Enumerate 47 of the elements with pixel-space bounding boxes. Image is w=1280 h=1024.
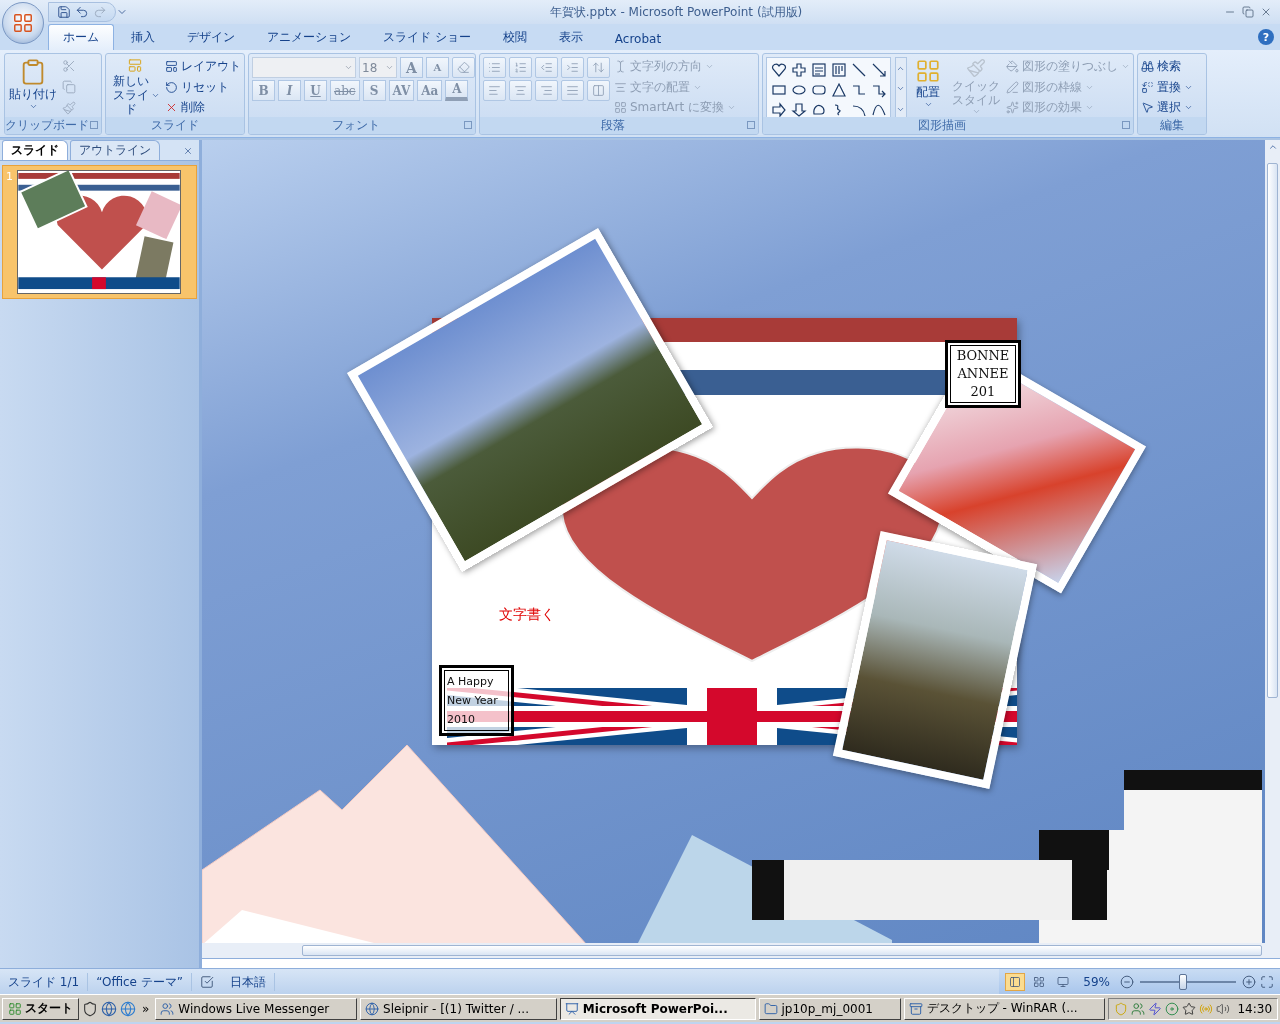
find-button[interactable]: 検索 xyxy=(1141,57,1193,76)
paste-button[interactable]: 貼り付け xyxy=(8,57,58,117)
title-text: BONNE xyxy=(955,347,1011,365)
zoom-level: 59% xyxy=(1082,974,1111,989)
group-label: スライド xyxy=(106,117,244,134)
new-slide-button[interactable]: 新しいスライド xyxy=(109,57,161,117)
taskbar-button[interactable]: Windows Live Messenger xyxy=(155,997,358,1020)
slide-command-button[interactable]: レイアウト xyxy=(165,57,244,76)
arrange-button[interactable]: 配置 xyxy=(910,57,946,117)
panel-tab[interactable]: スライド xyxy=(2,140,68,160)
ribbon-tab[interactable]: 校閲 xyxy=(487,24,542,50)
taskbar-button[interactable]: Microsoft PowerPoi... xyxy=(559,997,756,1020)
title-text: 201 xyxy=(969,383,997,401)
group-label: 編集 xyxy=(1138,117,1206,134)
taskbar-button[interactable]: デスクトップ - WinRAR (... xyxy=(903,997,1106,1020)
group-label: 段落 xyxy=(480,117,758,134)
status-text: “Office テーマ” xyxy=(88,972,192,991)
taskbar-button[interactable]: jp10p_mj_0001 xyxy=(758,997,901,1020)
taskbar-button[interactable]: Sleipnir - [(1) Twitter / ... xyxy=(360,997,557,1020)
help-button[interactable]: ? xyxy=(1258,29,1274,45)
panel-tab[interactable]: アウトライン xyxy=(70,140,160,160)
status-text: スライド 1/1 xyxy=(0,972,89,991)
slide-number: 1 xyxy=(6,170,13,185)
group-label: フォント xyxy=(249,117,475,134)
replace-button[interactable]: 置換 xyxy=(1141,77,1193,97)
slide-command-button[interactable]: 削除 xyxy=(165,98,244,117)
ribbon-tab[interactable]: ホーム xyxy=(48,24,114,50)
select-button[interactable]: 選択 xyxy=(1141,98,1193,117)
title-text: ANNEE xyxy=(956,365,1010,383)
ribbon-tab[interactable]: 表示 xyxy=(543,24,598,50)
group-label: 図形描画 xyxy=(763,117,1133,134)
more-quick-launch[interactable]: » xyxy=(139,1001,153,1016)
slide-command-button[interactable]: リセット xyxy=(165,77,244,97)
slide-text: 文字書く xyxy=(499,606,555,624)
greeting-text: 2010 xyxy=(447,712,476,728)
window-title: 年賀状.pptx - Microsoft PowerPoint (試用版) xyxy=(548,3,804,21)
ribbon-tab[interactable]: スライド ショー xyxy=(368,24,486,50)
group-label: クリップボード xyxy=(5,117,101,134)
ribbon-tab[interactable]: アニメーション xyxy=(252,24,366,50)
ribbon-tab[interactable]: 挿入 xyxy=(116,24,170,50)
ribbon-tab[interactable]: デザイン xyxy=(172,24,250,50)
start-button[interactable]: スタート xyxy=(2,997,79,1020)
language-status[interactable]: 日本語 xyxy=(222,972,275,991)
greeting-text: New Year xyxy=(447,693,499,709)
ribbon-tab[interactable]: Acrobat xyxy=(599,27,677,50)
greeting-text: A Happy xyxy=(447,674,495,690)
clock: 14:30 xyxy=(1237,1001,1273,1016)
